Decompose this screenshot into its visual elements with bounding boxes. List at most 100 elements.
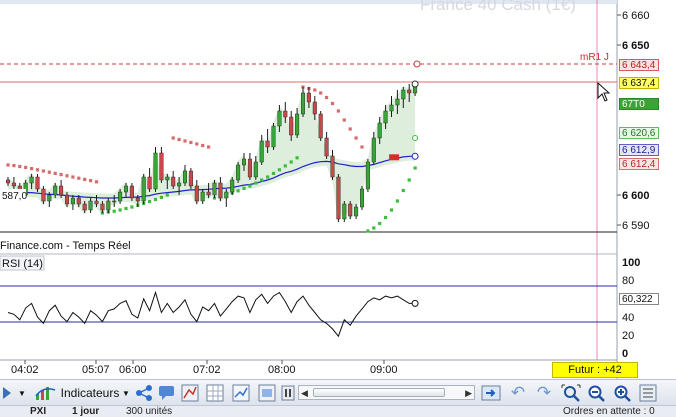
sar-dot xyxy=(83,177,87,181)
candle-body xyxy=(283,110,288,118)
mr1-value-tag: 6 643,4 xyxy=(619,59,659,71)
sar-dot xyxy=(89,179,93,183)
sar-dot xyxy=(207,145,211,149)
chart-type-button[interactable]: ▼ xyxy=(16,383,28,403)
go-to-end-button[interactable] xyxy=(480,383,502,403)
sar-dot xyxy=(354,136,358,140)
candle-body xyxy=(171,176,176,187)
mr1-label: mR1 J xyxy=(580,52,609,63)
candle-body xyxy=(330,155,335,178)
mr1-handle[interactable] xyxy=(413,60,421,68)
candle-body xyxy=(177,182,182,187)
rsi-last-marker xyxy=(411,299,419,307)
candle-body xyxy=(348,203,353,217)
sar-dot xyxy=(124,206,128,211)
time-tick-label: 09:00 xyxy=(370,364,398,376)
chart-title: France 40 Cash (1€) xyxy=(420,0,576,14)
pause-icon xyxy=(281,385,295,401)
candle-body xyxy=(395,98,400,106)
candle-body xyxy=(153,152,158,190)
sar-dot xyxy=(118,208,122,212)
candle-body xyxy=(41,188,46,202)
zoom-out-button[interactable] xyxy=(586,383,608,403)
futur-badge: Futur : +42 unités xyxy=(552,362,638,390)
sar-dot xyxy=(171,136,175,140)
candle-body xyxy=(318,113,323,139)
grid-button[interactable] xyxy=(205,383,225,403)
period-selector[interactable]: 1 jour xyxy=(72,406,99,417)
symbol-selector[interactable]: PXI xyxy=(30,406,46,417)
share-button[interactable] xyxy=(134,383,154,403)
zoom-in-icon xyxy=(614,385,631,402)
comment-button[interactable] xyxy=(157,383,177,403)
candle-body xyxy=(47,194,52,202)
grid-icon xyxy=(206,384,224,402)
sar-dot xyxy=(18,164,22,169)
candle-body xyxy=(141,176,146,202)
undo-button[interactable]: ↶ xyxy=(508,383,528,403)
sar-dot xyxy=(53,171,57,175)
candle-body xyxy=(53,185,58,196)
screenshot-icon xyxy=(258,384,276,402)
candle-body xyxy=(100,203,105,211)
candle-body xyxy=(289,116,294,136)
horizontal-scrollbar[interactable]: ◀ ▶ xyxy=(298,385,475,400)
candle-body xyxy=(265,140,270,148)
price-tick-label: 6 660 xyxy=(622,10,650,22)
sar-dot xyxy=(71,175,75,179)
green-value-tag: 6 620,6 xyxy=(619,127,659,139)
sar-dot xyxy=(24,165,28,169)
candle-body xyxy=(271,125,276,148)
sar-dot xyxy=(12,164,16,168)
rsi-label: RSI (14) xyxy=(2,258,43,270)
sar-dot xyxy=(153,197,158,202)
undo-icon: ↶ xyxy=(510,383,526,402)
sar-dot xyxy=(283,164,287,168)
sar-dot xyxy=(289,160,293,164)
scroll-right-icon[interactable]: ▶ xyxy=(465,387,472,399)
candle-body xyxy=(59,185,64,196)
candle-body xyxy=(94,200,99,205)
sar-dot xyxy=(325,95,329,100)
sar-dot xyxy=(165,193,169,197)
settings-button[interactable] xyxy=(638,383,658,403)
auto-scroll-button[interactable] xyxy=(280,383,296,403)
sar-dot xyxy=(242,186,246,190)
units-selector[interactable]: 300 unités xyxy=(126,406,172,417)
price-tick-label: 6 600 xyxy=(622,190,650,202)
sar-dot xyxy=(130,205,134,209)
sar-dot xyxy=(183,139,187,143)
chart-toolbar: ▼ Indicateurs ▼ ◀ ▶ ↶ ↷ xyxy=(0,379,676,405)
sar-dot xyxy=(260,178,264,182)
sar-dot xyxy=(195,142,199,146)
chart-canvas[interactable]: France 40 Cash (1€) mR1 J 587,0 Finance.… xyxy=(0,0,676,379)
candle-body xyxy=(212,182,217,196)
zoom-in-button[interactable] xyxy=(612,383,634,403)
drawing-tools-button[interactable] xyxy=(180,383,200,403)
candle-body xyxy=(70,197,75,205)
candle-body xyxy=(123,185,128,193)
sar-dot xyxy=(401,188,405,193)
blue-value-tag: 6 612,9 xyxy=(619,144,659,156)
redo-button[interactable]: ↷ xyxy=(534,383,554,403)
zoom-back-button[interactable] xyxy=(0,383,14,403)
trading-chart-window: France 40 Cash (1€) mR1 J 587,0 Finance.… xyxy=(0,0,676,417)
sar-dot xyxy=(77,176,81,180)
redo-icon: ↷ xyxy=(536,383,552,402)
last-ma-marker xyxy=(411,152,419,160)
candle-body xyxy=(129,185,134,199)
zoom-fit-button[interactable] xyxy=(560,383,582,403)
scroll-left-icon[interactable]: ◀ xyxy=(301,387,308,399)
scrollbar-thumb[interactable] xyxy=(313,388,445,397)
settings-icon xyxy=(639,384,657,402)
candle-body xyxy=(118,191,123,202)
candle-body xyxy=(35,176,40,190)
pending-orders[interactable]: Ordres en attente : 0 xyxy=(563,406,655,417)
indicators-dropdown[interactable]: ▼ xyxy=(121,383,131,403)
screenshot-button[interactable] xyxy=(257,383,277,403)
compare-button[interactable] xyxy=(231,383,251,403)
candle-body xyxy=(147,176,152,190)
candle-body xyxy=(247,158,252,178)
indicators-button[interactable]: Indicateurs xyxy=(33,383,121,403)
sar-dot xyxy=(330,101,335,106)
